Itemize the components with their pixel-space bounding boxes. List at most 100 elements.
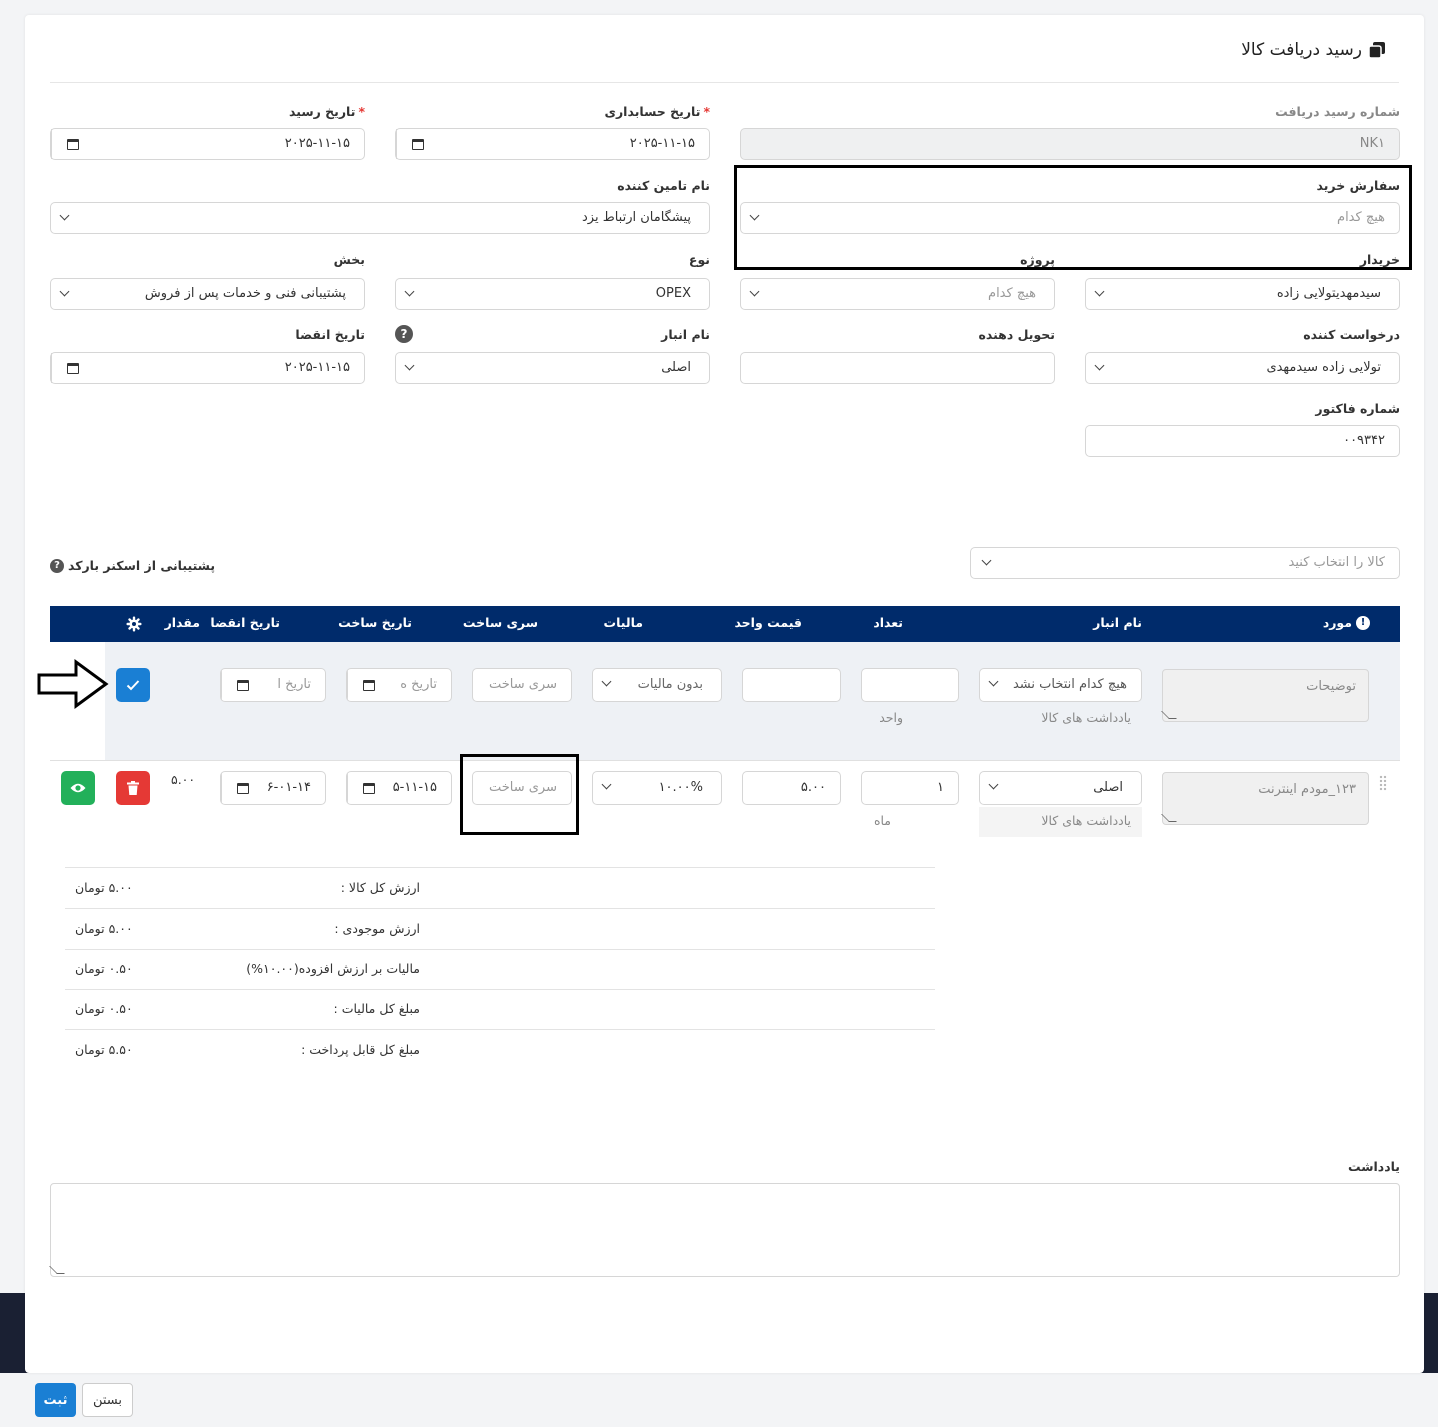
confirm-button[interactable] <box>116 668 150 702</box>
resize-handle-icon[interactable] <box>1161 711 1177 719</box>
summary-row-inventory-value: ارزش موجودی : ۵.۰۰ تومان <box>65 909 935 950</box>
calendar-icon <box>411 138 424 150</box>
gear-icon[interactable] <box>126 616 142 632</box>
expiry-date-calendar-button[interactable] <box>51 353 93 383</box>
trash-icon <box>127 781 139 795</box>
row1-amount: ۵.۰۰ <box>171 772 196 787</box>
close-button[interactable]: بستن <box>82 1383 133 1417</box>
highlight-batch <box>460 754 579 835</box>
invoice-number-input[interactable]: ۰۰۹۳۴۲ <box>1085 425 1400 457</box>
chevron-down-icon <box>603 781 611 789</box>
row1-tax-select[interactable]: ۱۰.۰۰% <box>592 771 722 805</box>
th-expiry: تاریخ انقضا <box>210 615 280 630</box>
chevron-down-icon <box>990 678 998 686</box>
th-quantity: تعداد <box>873 615 903 630</box>
th-item: ! مورد <box>1323 615 1370 630</box>
new-item-expiry-input[interactable]: تاریخ ا <box>220 668 326 702</box>
resize-handle-icon[interactable] <box>49 1266 65 1274</box>
calendar-icon <box>362 679 375 691</box>
buyer-label: خریدار <box>1359 252 1400 267</box>
help-icon[interactable]: ? <box>395 325 413 343</box>
calendar-icon <box>362 782 375 794</box>
department-label: بخش <box>333 252 365 267</box>
row1-expiry-calendar-button[interactable] <box>221 772 263 804</box>
chevron-down-icon <box>61 288 69 296</box>
requester-select[interactable]: تولایی زاده سیدمهدی <box>1085 352 1400 384</box>
receipt-number-label: شماره رسید دریافت <box>1275 104 1400 119</box>
calendar-icon <box>236 679 249 691</box>
row1-unit-price-input[interactable]: ۵.۰۰ <box>742 771 841 805</box>
requester-label: درخواست کننده <box>1303 327 1400 342</box>
th-tax: مالیات <box>603 615 643 630</box>
supplier-select[interactable]: پیشگامان ارتباط یزد <box>50 202 710 234</box>
submit-button[interactable]: ثبت <box>35 1383 76 1417</box>
page-title-text: رسید دریافت کالا <box>1241 40 1362 60</box>
calendar-icon <box>66 138 79 150</box>
th-unit-price: قیمت واحد <box>734 615 802 630</box>
barcode-support: پشتیبانی از اسکنر بارکد ? <box>50 558 215 573</box>
new-item-batch-input[interactable]: سری ساخت <box>472 668 572 702</box>
project-select[interactable]: هیچ کدام <box>740 278 1055 310</box>
chevron-down-icon <box>406 362 414 370</box>
receipt-date-calendar-button[interactable] <box>51 129 93 159</box>
summary-row-total-payable: مبلغ کل قابل پرداخت : ۵.۵۰ تومان <box>75 1042 420 1057</box>
chevron-down-icon <box>61 212 69 220</box>
check-icon <box>126 680 140 691</box>
th-batch: سری ساخت <box>462 615 538 630</box>
summary-row-total-tax: مبلغ کل مالیات : ۰.۵۰ تومان <box>65 989 935 1030</box>
chevron-down-icon <box>406 288 414 296</box>
row1-expiry-input[interactable]: ۶-۰۱-۱۴ <box>220 771 326 805</box>
accounting-date-input[interactable]: ۲۰۲۵-۱۱-۱۵ <box>395 128 710 160</box>
receipt-date-label: *تاریخ رسید <box>289 104 365 119</box>
help-icon[interactable]: ? <box>50 558 64 573</box>
accounting-date-label: *تاریخ حسابداری <box>604 104 710 119</box>
eye-icon <box>70 783 86 793</box>
receipt-number-field: NK۱ <box>740 128 1400 160</box>
highlight-purchase-order <box>734 165 1412 270</box>
product-picker-select[interactable]: کالا را انتخاب کنید <box>970 547 1400 579</box>
expiry-date-input[interactable]: ۲۰۲۵-۱۱-۱۵ <box>50 352 365 384</box>
note-textarea[interactable] <box>49 1183 1400 1277</box>
expiry-calendar-button[interactable] <box>221 669 263 701</box>
row1-mfg-date-input[interactable]: ۵-۱۱-۱۵ <box>346 771 452 805</box>
view-button[interactable] <box>61 771 95 805</box>
row1-quantity-input[interactable]: ۱ <box>861 771 959 805</box>
note-label: یادداشت <box>1347 1159 1400 1174</box>
th-amount: مقدار <box>164 615 200 630</box>
info-icon: ! <box>1356 615 1370 630</box>
department-select[interactable]: پشتیبانی فنی و خدمات پس از فروش <box>50 278 365 310</box>
chevron-down-icon <box>990 781 998 789</box>
row1-unit: ماه <box>873 813 891 828</box>
summary-row-total-goods: ارزش کل کالا : ۵.۰۰ تومان <box>65 868 935 909</box>
warehouse-select[interactable]: اصلی <box>395 352 710 384</box>
new-item-warehouse-select[interactable]: هیچ کدام انتخاب نشد <box>979 668 1142 702</box>
summary-row-vat: مالیات بر ارزش افزوده(۱۰.۰۰%) ۰.۵۰ تومان <box>65 949 935 990</box>
new-item-mfg-date-input[interactable]: تاریخ ه <box>346 668 452 702</box>
row1-description[interactable]: ۱۲۳_مودم اینترنت <box>1161 772 1369 825</box>
new-item-tax-select[interactable]: بدون مالیات <box>592 668 722 702</box>
th-warehouse: نام انبار <box>1093 615 1142 630</box>
receipt-date-input[interactable]: ۲۰۲۵-۱۱-۱۵ <box>50 128 365 160</box>
row1-warehouse-select[interactable]: اصلی <box>979 771 1142 805</box>
row-divider <box>50 760 1400 761</box>
chevron-down-icon <box>603 678 611 686</box>
delete-button[interactable] <box>116 771 150 805</box>
invoice-number-label: شماره فاکتور <box>1315 401 1400 416</box>
deliverer-input[interactable] <box>740 352 1055 384</box>
project-label: پروژه <box>1020 252 1055 267</box>
accounting-date-calendar-button[interactable] <box>396 129 438 159</box>
new-item-description[interactable]: توضیحات <box>1161 669 1369 722</box>
resize-handle-icon[interactable] <box>1161 814 1177 822</box>
new-item-warehouse-note: یادداشت های کالا <box>1041 710 1131 725</box>
new-item-quantity-input[interactable] <box>861 668 959 702</box>
drag-handle-icon[interactable] <box>1379 775 1387 791</box>
items-table-header: ! مورد نام انبار تعداد قیمت واحد مالیات … <box>50 606 1400 642</box>
new-item-unit-price-input[interactable] <box>742 668 841 702</box>
row1-mfg-calendar-button[interactable] <box>347 772 389 804</box>
buyer-select[interactable]: سیدمهدیتولایی زاده <box>1085 278 1400 310</box>
chevron-down-icon <box>1096 362 1104 370</box>
mfg-date-calendar-button[interactable] <box>347 669 389 701</box>
type-label: نوع <box>688 252 710 267</box>
type-select[interactable]: OPEX <box>395 278 710 310</box>
copy-icon <box>1368 42 1385 59</box>
